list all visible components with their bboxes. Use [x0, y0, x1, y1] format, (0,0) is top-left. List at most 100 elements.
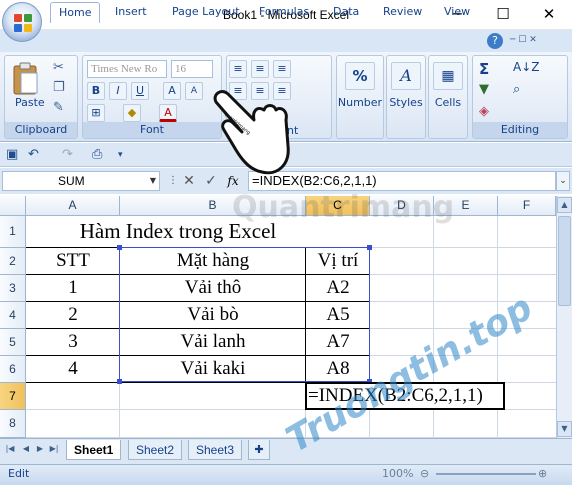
sheet-tab-2[interactable]: Sheet2	[128, 440, 183, 460]
tab-formulas[interactable]: Formulas	[251, 2, 317, 22]
header-position: Vị trí	[317, 250, 359, 271]
name-box-dropdown-icon[interactable]: ▼	[146, 171, 160, 191]
scroll-up-icon[interactable]: ▲	[557, 197, 572, 213]
zoom-in-icon[interactable]: ⊕	[538, 467, 547, 480]
styles-label: Styles	[389, 96, 423, 109]
tab-home[interactable]: Home	[50, 2, 101, 23]
sheet-tab-1[interactable]: Sheet1	[66, 440, 122, 460]
column-header-f[interactable]: F	[498, 196, 556, 216]
paste-icon[interactable]	[11, 60, 41, 100]
border-icon[interactable]: ⊞	[87, 104, 105, 122]
last-sheet-icon[interactable]: ▶|	[48, 442, 60, 456]
italic-button[interactable]: I	[109, 82, 127, 100]
column-header-c[interactable]: C	[306, 196, 370, 216]
find-select-icon[interactable]: ⌕	[513, 82, 520, 97]
row-header-7[interactable]: 7	[0, 383, 26, 410]
copy-icon[interactable]: ❐	[53, 80, 65, 95]
select-all-button[interactable]	[0, 196, 26, 216]
align-top-icon[interactable]: ≡	[229, 60, 247, 78]
tab-data[interactable]: Data	[325, 2, 367, 22]
close-button[interactable]: ✕	[526, 0, 572, 30]
zoom-level[interactable]: 100%	[382, 467, 413, 480]
print-preview-icon[interactable]: ⎙	[92, 147, 102, 163]
cells-label: Cells	[434, 96, 462, 109]
clear-icon[interactable]: ◈	[479, 104, 489, 119]
cell-a5: 3	[68, 331, 78, 352]
column-header-d[interactable]: D	[370, 196, 434, 216]
row-header-4[interactable]: 4	[0, 302, 26, 329]
font-name-combo[interactable]: Times New Ro	[87, 60, 167, 78]
tab-review[interactable]: Review	[375, 2, 430, 22]
next-sheet-icon[interactable]: ▶	[34, 442, 46, 456]
underline-button[interactable]: U	[131, 82, 149, 100]
fill-color-icon[interactable]: ◆	[123, 104, 141, 122]
autosum-button[interactable]: Σ	[479, 60, 489, 78]
row-header-8[interactable]: 8	[0, 410, 26, 438]
help-icon[interactable]: ?	[487, 33, 503, 49]
prev-sheet-icon[interactable]: ◀	[20, 442, 32, 456]
insert-sheet-icon[interactable]: ✚	[248, 440, 270, 460]
office-button[interactable]	[2, 2, 42, 42]
header-stt: STT	[56, 250, 90, 271]
redo-icon[interactable]: ↷	[62, 147, 73, 163]
number-group: % Number	[336, 55, 384, 139]
maximize-button[interactable]: ☐	[480, 0, 526, 30]
first-sheet-icon[interactable]: |◀	[4, 442, 16, 456]
tab-page-layout[interactable]: Page Layout	[164, 2, 248, 22]
paste-button[interactable]: Paste	[15, 96, 45, 109]
number-format-button[interactable]: %	[345, 62, 375, 90]
customize-toolbar-icon[interactable]: ▾	[118, 147, 123, 163]
grow-font-icon[interactable]: A	[163, 82, 181, 100]
format-painter-icon[interactable]: ✎	[53, 100, 64, 115]
row-header-2[interactable]: 2	[0, 248, 26, 275]
cut-icon[interactable]: ✂	[53, 60, 64, 75]
editing-label: Editing	[473, 122, 567, 138]
undo-icon[interactable]: ↶	[28, 147, 39, 163]
active-cell-formula[interactable]: =INDEX(B2:C6,2,1,1)	[308, 385, 483, 407]
ribbon-window-controls[interactable]: ─ ☐ ✕	[510, 35, 537, 45]
header-item: Mặt hàng	[176, 250, 250, 271]
row-header-5[interactable]: 5	[0, 329, 26, 356]
shrink-font-icon[interactable]: A	[185, 82, 203, 100]
tab-insert[interactable]: Insert	[107, 2, 155, 22]
column-header-a[interactable]: A	[26, 196, 120, 216]
zoom-slider[interactable]	[436, 473, 536, 475]
bold-button[interactable]: B	[87, 82, 105, 100]
cancel-icon[interactable]: ✕	[180, 171, 198, 191]
cell-b4: Vải bò	[187, 304, 239, 325]
status-mode: Edit	[8, 467, 30, 480]
align-middle-icon[interactable]: ≡	[251, 60, 269, 78]
column-header-b[interactable]: B	[120, 196, 306, 216]
tab-view[interactable]: View	[436, 2, 478, 22]
row-header-6[interactable]: 6	[0, 356, 26, 383]
save-icon[interactable]: ▣	[6, 147, 18, 163]
styles-icon[interactable]: A	[391, 62, 421, 90]
scroll-down-icon[interactable]: ▼	[557, 421, 572, 437]
column-header-e[interactable]: E	[434, 196, 498, 216]
fill-icon[interactable]: ▼	[479, 82, 489, 97]
clipboard-group: Paste ✂ ❐ ✎ Clipboard	[4, 55, 78, 139]
font-size-combo[interactable]: 16	[171, 60, 213, 78]
pointing-hand-icon: quantrimang	[208, 80, 298, 180]
row-header-3[interactable]: 3	[0, 275, 26, 302]
cell-b6: Vải kaki	[180, 358, 246, 379]
scroll-thumb[interactable]	[558, 216, 571, 306]
editing-group: Σ A↓Z ▼ ⌕ ◈ Editing	[472, 55, 568, 139]
name-box[interactable]: SUM	[2, 171, 160, 191]
clipboard-label: Clipboard	[5, 122, 77, 138]
cell-b3: Vải thô	[184, 277, 242, 298]
zoom-out-icon[interactable]: ⊖	[420, 467, 429, 480]
number-label: Number	[337, 96, 383, 109]
expand-formula-icon[interactable]: ⌄	[556, 171, 570, 191]
font-color-button[interactable]: A	[159, 104, 177, 122]
cell-c6: A8	[326, 358, 350, 379]
row-header-1[interactable]: 1	[0, 216, 26, 248]
align-bottom-icon[interactable]: ≡	[273, 60, 291, 78]
font-group: Times New Ro 16 B I U A A ⊞ ◆ A Font	[82, 55, 222, 139]
sheet-tab-3[interactable]: Sheet3	[188, 440, 243, 460]
cell-c5: A7	[326, 331, 350, 352]
cells-icon[interactable]: ▦	[433, 62, 463, 90]
cell-a3: 1	[68, 277, 78, 298]
cells-group: ▦ Cells	[428, 55, 468, 139]
sort-filter-icon[interactable]: A↓Z	[513, 60, 539, 74]
